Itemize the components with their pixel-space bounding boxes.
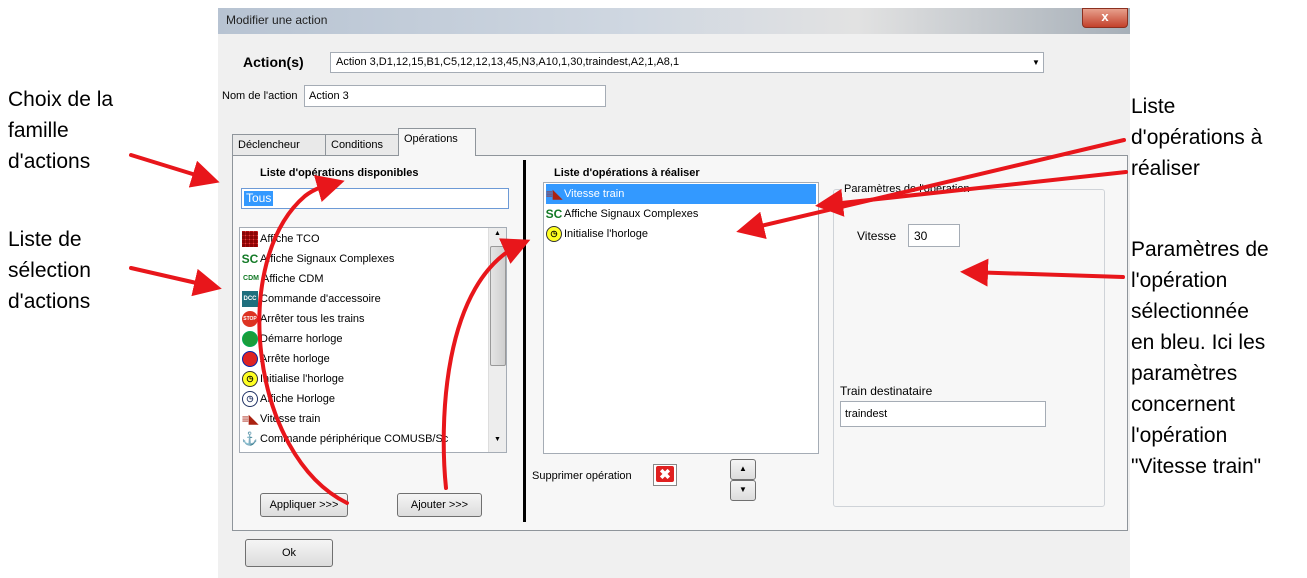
add-button[interactable]: Ajouter >>> [397,493,482,517]
list-item[interactable]: SC Affiche Signaux Complexes [241,249,395,269]
ok-button[interactable]: Ok [245,539,333,567]
arrow-selection-list [129,266,222,297]
window-title: Modifier une action [226,13,328,27]
list-item-label: Arrêter tous les trains [260,313,365,325]
available-list-header: Liste d'opérations disponibles [260,167,419,179]
train-recipient-label: Train destinataire [840,384,933,398]
action-name-field[interactable]: Action 3 [304,85,606,107]
list-item-label: Affiche TCO [260,233,320,245]
tab-label: Conditions [331,139,383,151]
tco-grid-icon [242,231,258,247]
delete-icon: ✖ [656,466,674,482]
clock-stop-icon [242,351,258,367]
anchor-icon: ⚓ [241,431,259,446]
list-item[interactable]: CDM Affiche CDM [242,269,324,289]
list-item-label: Affiche CDM [262,273,324,285]
speed-value: 30 [914,229,928,243]
list-item-label: Vitesse train [564,188,625,200]
list-item-label: Affiche Horloge [260,393,336,405]
scroll-up-icon[interactable]: ▲ [489,230,506,244]
list-item[interactable]: SC Affiche Signaux Complexes [545,204,699,224]
clock-init-icon: ◷ [242,371,258,387]
title-bar: Modifier une action x [218,8,1130,34]
list-item-label: Commande d'accessoire [260,293,381,305]
list-item-label: Commande périphérique COMUSB/Sc [260,433,449,445]
list-item[interactable]: Affiche TCO [242,229,320,249]
parameters-group-title: Paramètres de l'opération [842,183,972,195]
delete-operation-label: Supprimer opération [532,470,632,482]
stop-icon: STOP [242,311,258,327]
available-list-scrollbar[interactable]: ▲ ▼ [488,228,506,452]
apply-button-label: Appliquer >>> [269,499,339,511]
cdm-icon: CDM [243,275,259,282]
move-up-button[interactable]: ▲ [730,459,756,480]
to-perform-list-header: Liste d'opérations à réaliser [554,167,700,179]
tab-label: Déclencheur [238,139,300,151]
train-recipient-field[interactable]: traindest [840,401,1046,427]
clock-init-icon: ◷ [546,226,562,242]
list-item[interactable]: Arrête horloge [242,349,330,369]
close-icon[interactable]: x [1101,9,1108,24]
speed-field[interactable]: 30 [908,224,960,247]
chevron-down-icon[interactable]: ▼ [1029,53,1043,72]
action-name-label: Nom de l'action [222,90,298,102]
apply-button[interactable]: Appliquer >>> [260,493,348,517]
clock-icon: ◷ [242,391,258,407]
tab-conditions[interactable]: Conditions [325,134,399,155]
move-down-button[interactable]: ▼ [730,480,756,501]
actions-label: Action(s) [243,54,304,70]
sc-icon: SC [545,207,563,221]
annotation-params: Paramètres de l'opération sélectionnée e… [1131,238,1269,478]
family-value: Tous [244,191,274,206]
tab-label: Opérations [404,133,458,145]
train-recipient-value: traindest [845,408,888,420]
action-dialog-window: Modifier une action x Action(s) Action 3… [218,8,1130,578]
list-item[interactable]: ⚓ Commande périphérique COMUSB/Sc [242,429,448,449]
annotation-family-choice: Choix de la famille d'actions [8,88,114,173]
operations-tab-panel: Liste d'opérations disponibles Tous Affi… [232,155,1128,531]
list-item-label: Démarre horloge [260,333,343,345]
train-speed-icon: ≡◣ [545,187,563,201]
list-item[interactable]: DCC Commande d'accessoire [242,289,381,309]
arrow-family [129,153,220,188]
divider [523,160,526,522]
family-combobox[interactable]: Tous [241,188,509,209]
scroll-down-icon[interactable]: ▼ [489,436,506,450]
list-item-label: Affiche Signaux Complexes [260,253,395,265]
speed-label: Vitesse [857,229,897,243]
add-button-label: Ajouter >>> [410,499,469,511]
sc-icon: SC [241,252,259,266]
list-item[interactable]: STOP Arrêter tous les trains [242,309,365,329]
arrow-down-icon: ▼ [739,485,747,494]
list-item[interactable]: ◷ Initialise l'horloge [242,369,344,389]
arrow-up-icon: ▲ [739,464,747,473]
list-item-label: Arrête horloge [260,353,330,365]
delete-operation-button[interactable]: ✖ [653,464,677,486]
list-item-label: Vitesse train [260,413,321,425]
list-item-label: Initialise l'horloge [260,373,345,385]
list-item[interactable]: Démarre horloge [242,329,343,349]
available-operations-list[interactable]: Affiche TCO SC Affiche Signaux Complexes… [239,227,507,453]
list-item[interactable]: ≡◣ Vitesse train [242,409,320,429]
train-speed-icon: ≡◣ [241,412,259,426]
list-item-label: Affiche Signaux Complexes [564,208,699,220]
close-button[interactable]: x [1082,8,1128,28]
ok-button-label: Ok [281,547,297,559]
annotation-selection-list: Liste de sélection d'actions [8,228,91,313]
actions-combobox[interactable]: Action 3,D1,12,15,B1,C5,12,12,13,45,N3,A… [330,52,1044,73]
actions-selected-value: Action 3,D1,12,15,B1,C5,12,12,13,45,N3,A… [336,56,680,68]
action-name-value: Action 3 [309,90,349,102]
list-item[interactable]: ◷ Initialise l'horloge [546,224,648,244]
annotation-ops-list: Liste d'opérations à réaliser [1131,95,1263,180]
list-item-label: Initialise l'horloge [564,228,649,240]
to-perform-operations-list[interactable]: ≡◣ Vitesse train SC Affiche Signaux Comp… [543,182,819,454]
list-item[interactable]: ≡◣ Vitesse train [546,184,816,204]
tab-declencheur[interactable]: Déclencheur [232,134,326,155]
scrollbar-thumb[interactable] [490,246,506,366]
clock-start-icon [242,331,258,347]
tab-operations[interactable]: Opérations [398,128,476,156]
list-item[interactable]: ◷ Affiche Horloge [242,389,335,409]
dcc-icon: DCC [242,291,258,307]
